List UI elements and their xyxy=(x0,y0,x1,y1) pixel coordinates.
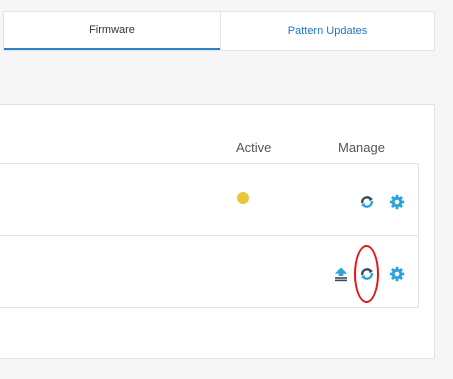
tab-pattern-updates[interactable]: Pattern Updates xyxy=(220,12,434,50)
column-header-manage: Manage xyxy=(338,140,385,155)
tab-pattern-updates-label: Pattern Updates xyxy=(287,25,368,37)
tab-firmware-label: Firmware xyxy=(89,24,135,36)
table-row xyxy=(0,163,419,236)
gear-icon[interactable] xyxy=(389,266,405,282)
tab-firmware[interactable]: Firmware xyxy=(4,12,220,50)
active-status-indicator xyxy=(237,192,249,204)
sync-icon[interactable] xyxy=(359,194,375,210)
gear-icon[interactable] xyxy=(389,194,405,210)
upload-icon[interactable] xyxy=(333,266,349,282)
column-header-active: Active xyxy=(236,140,272,155)
tab-bar: Firmware Pattern Updates xyxy=(3,11,435,51)
table-row xyxy=(0,235,419,308)
sync-icon[interactable] xyxy=(359,266,375,282)
